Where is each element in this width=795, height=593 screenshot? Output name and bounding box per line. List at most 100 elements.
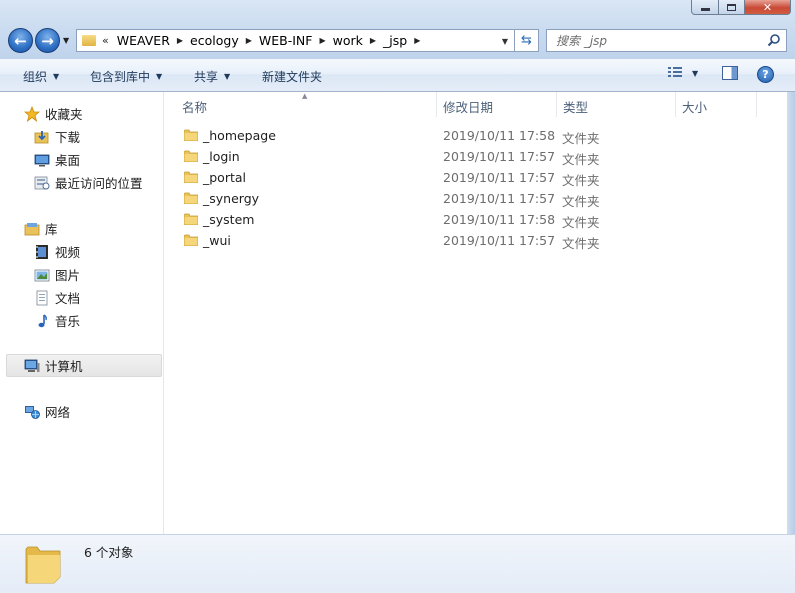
table-row[interactable]: _system 2019/10/11 17:58 文件夹: [177, 209, 777, 230]
sidebar-item-music[interactable]: 音乐: [34, 311, 80, 330]
title-bar: ✕ ← → ▼ « WEAVER ▶ ecology ▶ WEB-INF ▶ w…: [0, 0, 795, 59]
back-button[interactable]: ←: [8, 28, 33, 53]
refresh-button[interactable]: ⇆: [515, 29, 539, 52]
details-pane: 6 个对象: [0, 534, 795, 593]
file-type: 文件夹: [562, 131, 600, 146]
address-bar[interactable]: « WEAVER ▶ ecology ▶ WEB-INF ▶ work ▶ _j…: [76, 29, 515, 52]
share-button[interactable]: 共享 ▼: [194, 68, 230, 85]
breadcrumb-item[interactable]: _jsp: [383, 33, 407, 48]
column-header-row: 名称 ▲ 修改日期 类型 大小: [165, 92, 787, 117]
file-name[interactable]: _system: [203, 212, 254, 227]
minimize-button[interactable]: [691, 0, 719, 15]
sidebar-item-label: 文档: [55, 291, 81, 306]
folder-icon: [184, 234, 198, 246]
sidebar-item-videos[interactable]: 视频: [34, 242, 80, 261]
file-name[interactable]: _synergy: [203, 191, 259, 206]
breadcrumb-item[interactable]: ecology: [190, 33, 239, 48]
file-name[interactable]: _login: [203, 149, 240, 164]
navigation-pane: 收藏夹 下载 桌面 最近访问的位置 库 视频 图片 文档 音乐 计算机 网络: [0, 92, 164, 534]
sidebar-item-documents[interactable]: 文档: [34, 288, 80, 307]
chevron-right-icon[interactable]: ▶: [177, 36, 183, 45]
minimize-icon: [700, 8, 710, 11]
chevron-right-icon[interactable]: ▶: [370, 36, 376, 45]
table-row[interactable]: _synergy 2019/10/11 17:57 文件夹: [177, 188, 777, 209]
chevron-down-icon[interactable]: ▼: [502, 37, 508, 46]
table-row[interactable]: _wui 2019/10/11 17:57 文件夹: [177, 230, 777, 251]
documents-icon: [34, 290, 50, 306]
recent-pages-dropdown[interactable]: ▼: [63, 36, 69, 45]
sidebar-item-network[interactable]: 网络: [24, 402, 70, 421]
sidebar-item-label: 最近访问的位置: [55, 176, 143, 191]
organize-button[interactable]: 组织 ▼: [23, 68, 59, 85]
column-header-modified[interactable]: 修改日期: [437, 92, 557, 117]
sidebar-item-desktop[interactable]: 桌面: [34, 150, 80, 169]
chevron-right-icon[interactable]: ▶: [414, 36, 420, 45]
forward-arrow-icon: →: [41, 31, 54, 50]
refresh-icon: ⇆: [521, 33, 532, 48]
sidebar-item-libraries[interactable]: 库: [24, 219, 58, 238]
chevron-right-icon[interactable]: ▶: [319, 36, 325, 45]
libraries-icon: [24, 221, 40, 237]
file-modified: 2019/10/11 17:57: [443, 170, 556, 185]
file-type: 文件夹: [562, 194, 600, 209]
sidebar-item-label: 图片: [55, 268, 81, 283]
chevron-down-icon[interactable]: ▼: [692, 69, 698, 78]
chevron-down-icon: ▼: [53, 72, 60, 81]
downloads-icon: [34, 129, 50, 145]
window-caption-buttons: ✕: [691, 0, 791, 15]
maximize-button[interactable]: [719, 0, 745, 15]
include-in-library-button[interactable]: 包含到库中 ▼: [90, 68, 162, 85]
sidebar-item-label: 视频: [55, 245, 81, 260]
column-header-label: 类型: [563, 100, 589, 115]
table-row[interactable]: _login 2019/10/11 17:57 文件夹: [177, 146, 777, 167]
column-header-type[interactable]: 类型: [557, 92, 676, 117]
folder-icon: [25, 546, 61, 584]
file-name[interactable]: _portal: [203, 170, 246, 185]
file-name[interactable]: _homepage: [203, 128, 276, 143]
preview-pane-icon[interactable]: [722, 66, 738, 80]
file-type: 文件夹: [562, 173, 600, 188]
chevron-right-icon[interactable]: ▶: [246, 36, 252, 45]
share-label: 共享: [194, 70, 219, 84]
recent-places-icon: [34, 175, 50, 191]
file-name[interactable]: _wui: [203, 233, 231, 248]
sidebar-item-label: 计算机: [45, 359, 83, 374]
sidebar-item-label: 桌面: [55, 153, 81, 168]
maximize-icon: [727, 3, 736, 11]
column-header-label: 修改日期: [443, 100, 494, 115]
column-header-label: 大小: [682, 100, 708, 115]
breadcrumb: « WEAVER ▶ ecology ▶ WEB-INF ▶ work ▶ _j…: [102, 30, 427, 51]
change-view-icon[interactable]: [667, 66, 683, 80]
item-count: 6 个对象: [84, 545, 134, 560]
help-icon[interactable]: ?: [757, 66, 774, 83]
sidebar-item-favorites[interactable]: 收藏夹: [24, 104, 83, 123]
close-icon: ✕: [762, 0, 773, 14]
column-header-size[interactable]: 大小: [676, 92, 757, 117]
sidebar-item-downloads[interactable]: 下载: [34, 127, 80, 146]
sidebar-item-label: 网络: [45, 405, 71, 420]
close-button[interactable]: ✕: [745, 0, 791, 15]
file-type: 文件夹: [562, 236, 600, 251]
folder-icon: [184, 150, 198, 162]
sidebar-item-computer[interactable]: 计算机: [6, 354, 162, 377]
forward-button[interactable]: →: [35, 28, 60, 53]
search-icon[interactable]: [767, 33, 781, 47]
sidebar-item-recent-places[interactable]: 最近访问的位置: [34, 173, 143, 192]
table-row[interactable]: _homepage 2019/10/11 17:58 文件夹: [177, 125, 777, 146]
sidebar-item-pictures[interactable]: 图片: [34, 265, 80, 284]
file-type: 文件夹: [562, 152, 600, 167]
chevron-down-icon: ▼: [156, 72, 163, 81]
new-folder-button[interactable]: 新建文件夹: [262, 68, 322, 85]
breadcrumb-item[interactable]: WEB-INF: [259, 33, 313, 48]
breadcrumb-item[interactable]: work: [333, 33, 363, 48]
table-row[interactable]: _portal 2019/10/11 17:57 文件夹: [177, 167, 777, 188]
search-input[interactable]: [547, 33, 747, 48]
search-box[interactable]: [546, 29, 787, 52]
include-in-library-label: 包含到库中: [90, 70, 151, 84]
breadcrumb-item[interactable]: WEAVER: [117, 33, 170, 48]
breadcrumb-overflow[interactable]: «: [102, 34, 109, 47]
folder-icon: [184, 171, 198, 183]
chevron-down-icon: ▼: [224, 72, 231, 81]
sidebar-item-label: 音乐: [55, 314, 81, 329]
file-modified: 2019/10/11 17:57: [443, 233, 556, 248]
